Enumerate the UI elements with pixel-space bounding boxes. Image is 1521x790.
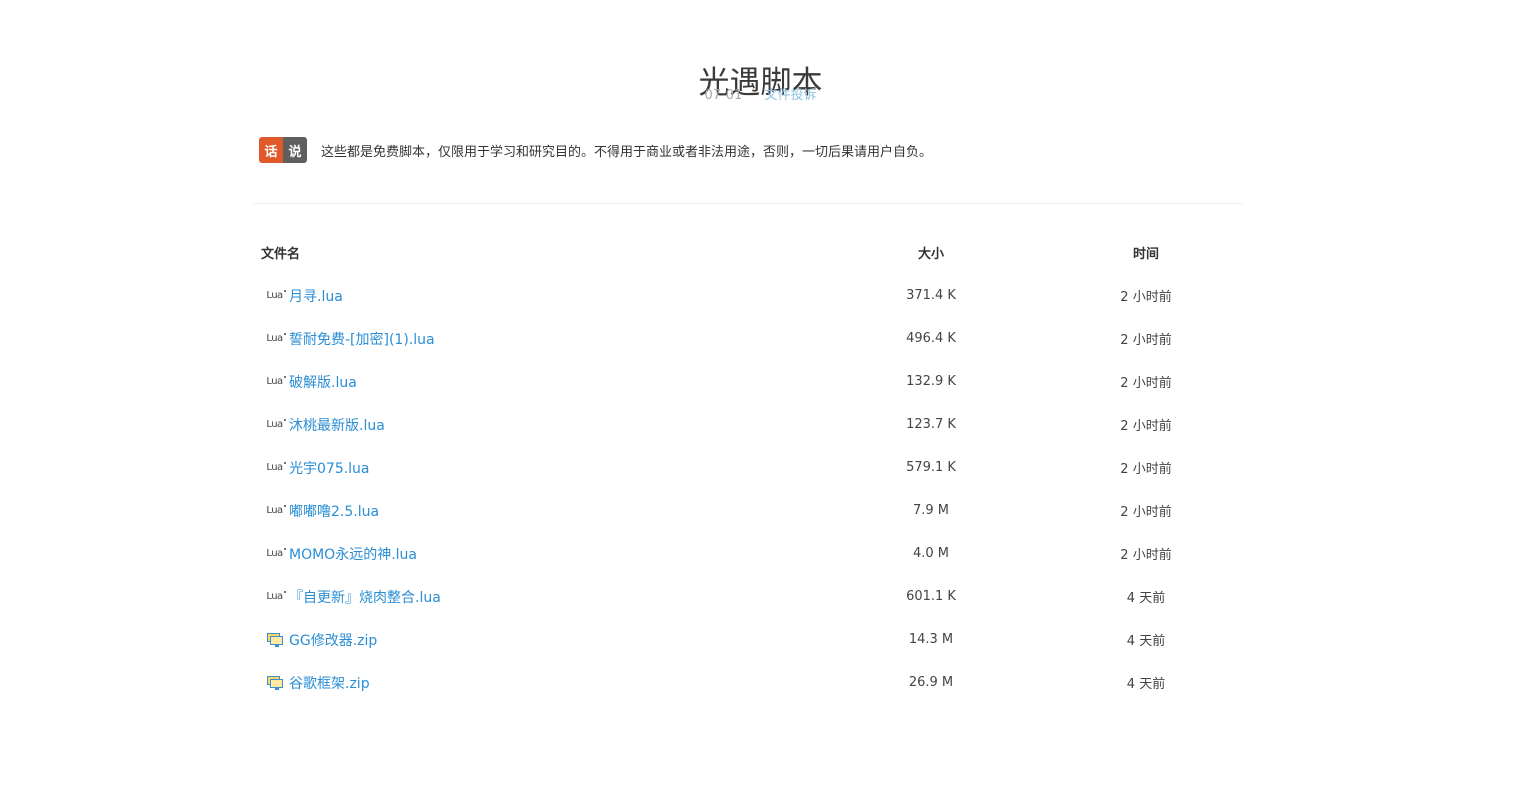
- file-name-cell: Lua 光宇075.lua: [253, 446, 821, 489]
- file-size-cell: 132.9 K: [906, 374, 956, 389]
- badge-left: 话: [259, 137, 283, 163]
- file-name-cell: Lua 『自更新』烧肉整合.lua: [253, 575, 821, 618]
- lua-file-icon: Lua: [266, 548, 287, 559]
- file-name-cell: Lua 月寻.lua: [253, 274, 821, 317]
- lua-file-icon: Lua: [266, 419, 287, 430]
- file-time-cell: 2 小时前: [1120, 290, 1172, 305]
- table-row[interactable]: Lua MOMO永远的神.lua 4.0 M 2 小时前: [253, 532, 1251, 575]
- table-row[interactable]: Lua 月寻.lua 371.4 K 2 小时前: [253, 274, 1251, 317]
- file-link[interactable]: 月寻.lua: [289, 286, 343, 306]
- file-time-cell: 4 天前: [1126, 634, 1166, 649]
- lua-file-icon: Lua: [266, 505, 287, 516]
- header-filename[interactable]: 文件名: [253, 231, 821, 274]
- file-time-cell: 2 小时前: [1120, 462, 1172, 477]
- notice-bar: 话 说 这些都是免费脚本，仅限用于学习和研究目的。不得用于商业或者非法用途，否则…: [259, 137, 932, 163]
- file-size-cell: 4.0 M: [912, 546, 950, 561]
- file-link[interactable]: 嘟嘟噜2.5.lua: [289, 501, 379, 521]
- file-name-cell: GG修改器.zip: [253, 618, 821, 661]
- file-name-cell: 谷歌框架.zip: [253, 661, 821, 704]
- file-time-cell: 4 天前: [1126, 677, 1166, 692]
- file-name-wrapper: 谷歌框架.zip: [261, 673, 821, 693]
- file-size-cell: 26.9 M: [908, 675, 954, 690]
- zip-file-icon: [266, 675, 283, 691]
- lua-file-icon: Lua: [266, 290, 287, 301]
- file-link[interactable]: MOMO永远的神.lua: [289, 544, 417, 564]
- table-row[interactable]: Lua 光宇075.lua 579.1 K 2 小时前: [253, 446, 1251, 489]
- lua-file-icon: Lua: [266, 333, 287, 344]
- page-meta: 07-01 文件投诉: [0, 87, 1521, 105]
- publish-date: 07-01: [704, 88, 743, 103]
- file-table: 文件名 大小 时间 Lua 月寻.lua 371.4 K2 小时前 Lua 誓耐免费-[…: [253, 231, 1251, 704]
- file-time-cell: 2 小时前: [1120, 333, 1172, 348]
- lua-file-icon: Lua: [266, 462, 287, 473]
- table-row[interactable]: Lua 『自更新』烧肉整合.lua 601.1 K 4 天前: [253, 575, 1251, 618]
- table-header-row: 文件名 大小 时间: [253, 231, 1251, 274]
- file-link[interactable]: 『自更新』烧肉整合.lua: [289, 587, 441, 607]
- file-size-cell: 7.9 M: [912, 503, 950, 518]
- file-report-link[interactable]: 文件投诉: [764, 88, 816, 103]
- table-row[interactable]: Lua 沐桃最新版.lua 123.7 K 2 小时前: [253, 403, 1251, 446]
- table-row[interactable]: 谷歌框架.zip 26.9 M 4 天前: [253, 661, 1251, 704]
- file-size-cell: 579.1 K: [906, 460, 956, 475]
- file-size-cell: 14.3 M: [908, 632, 954, 647]
- file-name-wrapper: GG修改器.zip: [261, 630, 821, 650]
- file-size-cell: 601.1 K: [906, 589, 956, 604]
- file-time-cell: 2 小时前: [1120, 505, 1172, 520]
- file-size-cell: 496.4 K: [906, 331, 956, 346]
- file-name-cell: Lua 嘟嘟噜2.5.lua: [253, 489, 821, 532]
- file-time-cell: 4 天前: [1126, 591, 1166, 606]
- file-time-cell: 2 小时前: [1120, 548, 1172, 563]
- table-row[interactable]: Lua 破解版.lua 132.9 K 2 小时前: [253, 360, 1251, 403]
- file-link[interactable]: 破解版.lua: [289, 372, 357, 392]
- file-size-cell: 371.4 K: [906, 288, 956, 303]
- file-link[interactable]: 光宇075.lua: [289, 458, 370, 478]
- file-link[interactable]: GG修改器.zip: [289, 630, 377, 650]
- file-time-cell: 2 小时前: [1120, 419, 1172, 434]
- lua-file-icon: Lua: [266, 591, 287, 602]
- header-time[interactable]: 时间: [1041, 231, 1251, 274]
- file-size-cell: 123.7 K: [906, 417, 956, 432]
- file-name-cell: Lua 誓耐免费-[加密](1).lua: [253, 317, 821, 360]
- notice-badge: 话 说: [259, 137, 307, 163]
- file-name-wrapper: Lua 誓耐免费-[加密](1).lua: [261, 329, 821, 349]
- file-link[interactable]: 誓耐免费-[加密](1).lua: [289, 329, 435, 349]
- lua-file-icon: Lua: [266, 376, 287, 387]
- file-time-cell: 2 小时前: [1120, 376, 1172, 391]
- divider: [253, 203, 1243, 204]
- notice-text: 这些都是免费脚本，仅限用于学习和研究目的。不得用于商业或者非法用途，否则，一切后…: [321, 144, 933, 160]
- table-row[interactable]: Lua 誓耐免费-[加密](1).lua 496.4 K 2 小时前: [253, 317, 1251, 360]
- page: 光遇脚本 07-01 文件投诉 话 说 这些都是免费脚本，仅限用于学习和研究目的…: [0, 0, 1521, 790]
- file-name-wrapper: Lua 沐桃最新版.lua: [261, 415, 821, 435]
- header-size[interactable]: 大小: [821, 231, 1041, 274]
- file-link[interactable]: 谷歌框架.zip: [289, 673, 370, 693]
- file-name-cell: Lua 沐桃最新版.lua: [253, 403, 821, 446]
- file-name-wrapper: Lua 光宇075.lua: [261, 458, 821, 478]
- badge-right: 说: [283, 137, 307, 163]
- file-name-wrapper: Lua MOMO永远的神.lua: [261, 544, 821, 564]
- zip-file-icon: [266, 632, 283, 648]
- file-name-cell: Lua MOMO永远的神.lua: [253, 532, 821, 575]
- table-row[interactable]: GG修改器.zip 14.3 M 4 天前: [253, 618, 1251, 661]
- file-name-wrapper: Lua 嘟嘟噜2.5.lua: [261, 501, 821, 521]
- file-name-cell: Lua 破解版.lua: [253, 360, 821, 403]
- file-name-wrapper: Lua 月寻.lua: [261, 286, 821, 306]
- file-link[interactable]: 沐桃最新版.lua: [289, 415, 385, 435]
- table-row[interactable]: Lua 嘟嘟噜2.5.lua 7.9 M 2 小时前: [253, 489, 1251, 532]
- file-name-wrapper: Lua 破解版.lua: [261, 372, 821, 392]
- file-name-wrapper: Lua 『自更新』烧肉整合.lua: [261, 587, 821, 607]
